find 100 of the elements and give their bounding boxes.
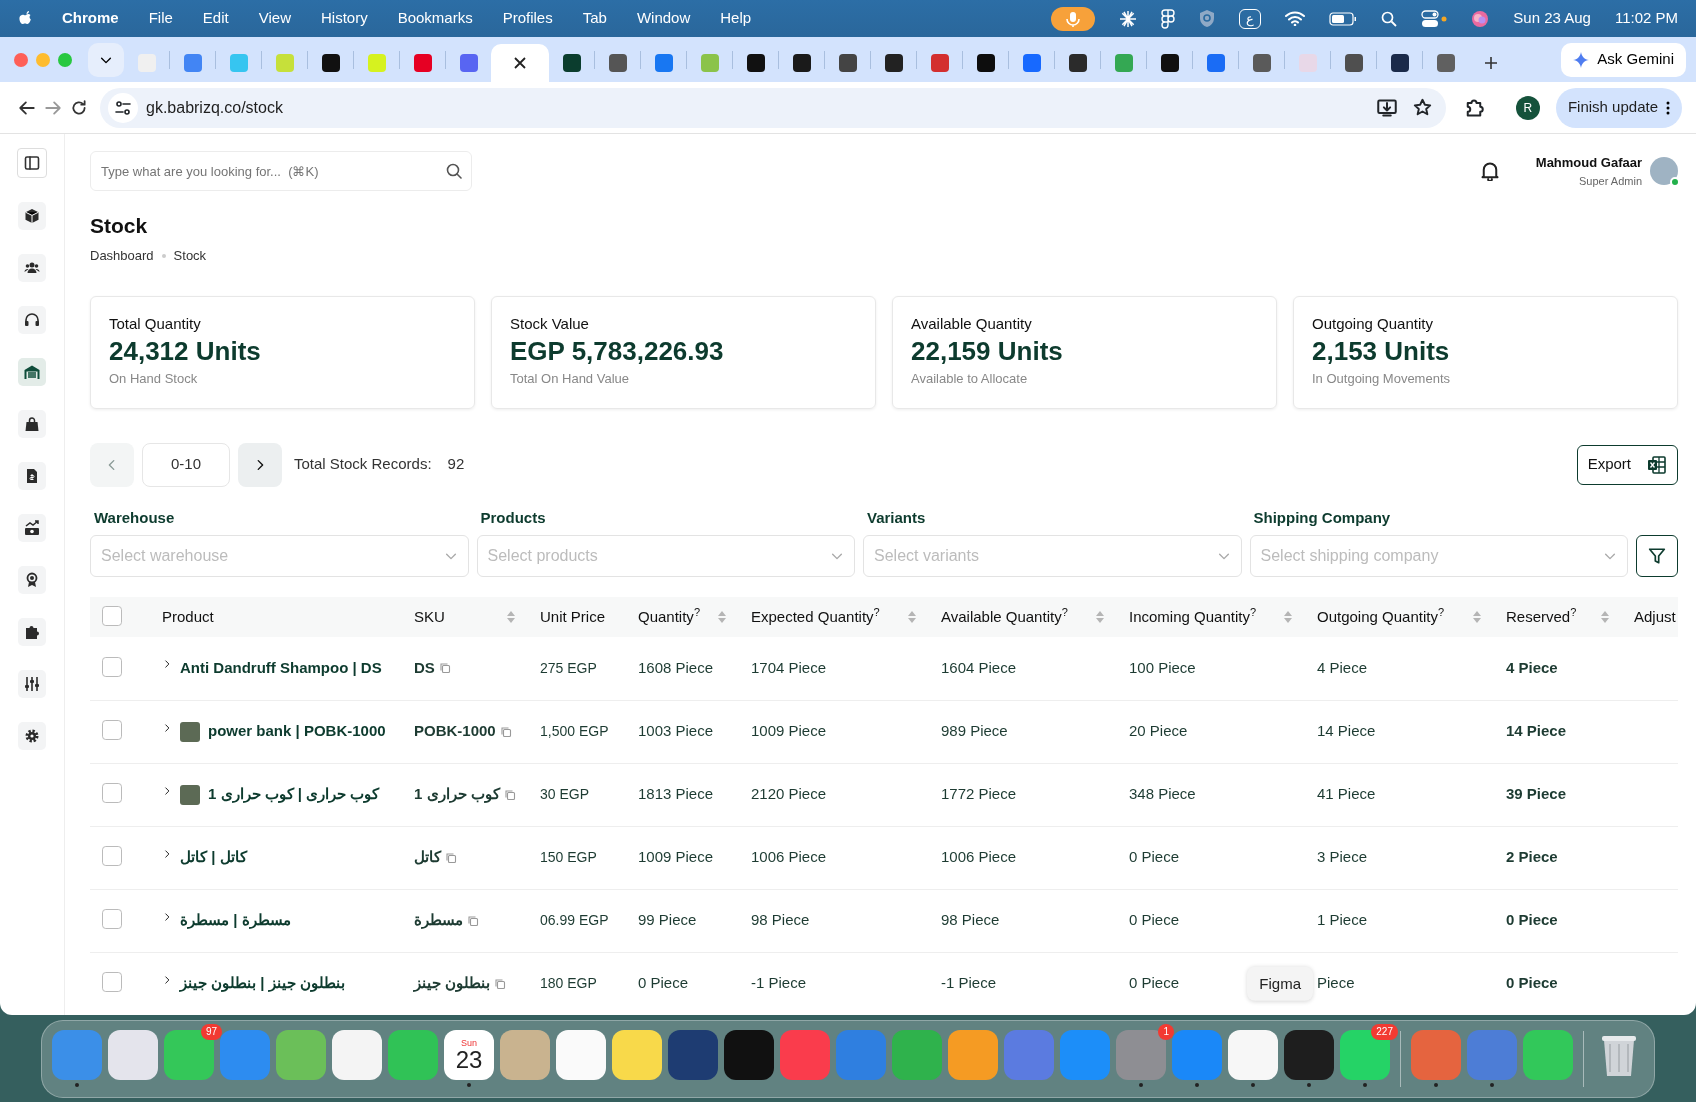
table-cell: 98 Piece bbox=[929, 889, 1117, 953]
close-icon[interactable] bbox=[513, 56, 527, 70]
asterisk-icon[interactable] bbox=[1119, 9, 1138, 28]
star-icon[interactable] bbox=[1412, 98, 1432, 117]
finish-update-button[interactable]: Finish update bbox=[1555, 87, 1682, 128]
stat-caption: In Outgoing Movements bbox=[1312, 370, 1452, 388]
tooltip: Figma bbox=[1247, 966, 1313, 1001]
product-name: Anti Dandruff Shampoo | DS bbox=[180, 658, 382, 679]
row-checkbox[interactable] bbox=[102, 972, 122, 993]
sort-icon[interactable] bbox=[1283, 610, 1293, 625]
row-checkbox[interactable] bbox=[102, 846, 122, 867]
filter-label: Products bbox=[480, 507, 547, 528]
url-text[interactable]: gk.babrizq.co/stock bbox=[146, 95, 283, 120]
search-icon[interactable] bbox=[1381, 10, 1398, 27]
calendar-app-icon[interactable]: Sun 23 bbox=[444, 1030, 494, 1080]
sidebar-item[interactable] bbox=[18, 410, 46, 438]
column-header[interactable]: SKU bbox=[414, 605, 445, 629]
search-icon[interactable] bbox=[446, 163, 462, 179]
app-menu[interactable]: Chrome bbox=[62, 7, 119, 30]
sidebar-item[interactable] bbox=[18, 566, 46, 594]
sku-text: DS bbox=[414, 658, 435, 679]
wifi-icon[interactable] bbox=[1285, 11, 1306, 26]
orb-icon[interactable] bbox=[1471, 9, 1490, 28]
expand-icon[interactable] bbox=[162, 784, 172, 797]
menu-item[interactable]: Edit bbox=[202, 7, 229, 30]
battery-icon[interactable] bbox=[1329, 11, 1358, 26]
sidebar-item[interactable] bbox=[18, 462, 46, 490]
expand-icon[interactable] bbox=[162, 847, 172, 860]
copy-icon[interactable] bbox=[445, 851, 457, 864]
stat-value: 2,153 Units bbox=[1312, 335, 1451, 369]
menu-bar-date[interactable]: Sun 23 Aug bbox=[1513, 7, 1591, 30]
row-checkbox[interactable] bbox=[102, 783, 122, 804]
search-field[interactable]: Type what are you looking for... (⌘K) bbox=[90, 151, 472, 191]
avatar[interactable] bbox=[1650, 157, 1678, 185]
menu-item[interactable]: View bbox=[258, 7, 291, 30]
install-icon[interactable] bbox=[1376, 97, 1397, 118]
row-checkbox[interactable] bbox=[102, 657, 122, 678]
close-window-button[interactable] bbox=[14, 52, 28, 67]
breadcrumb-link[interactable]: Dashboard bbox=[90, 246, 154, 266]
menu-item[interactable]: Window bbox=[636, 7, 691, 30]
copy-icon[interactable] bbox=[494, 977, 507, 990]
app-icon[interactable] bbox=[724, 1030, 774, 1080]
profile-avatar[interactable]: R bbox=[1515, 95, 1540, 120]
microphone-icon[interactable] bbox=[1051, 6, 1096, 31]
sort-icon[interactable] bbox=[506, 610, 516, 625]
app-icon[interactable] bbox=[332, 1030, 382, 1080]
sort-icon[interactable] bbox=[717, 610, 727, 625]
menu-bar-time[interactable]: 11:02 PM bbox=[1614, 7, 1678, 30]
app-icon[interactable] bbox=[1284, 1030, 1334, 1080]
menu-item[interactable]: History bbox=[320, 7, 368, 30]
sidebar-item[interactable] bbox=[18, 358, 46, 386]
table-cell: 275 EGP bbox=[528, 637, 626, 701]
table-cell: 4 Piece bbox=[1305, 637, 1494, 701]
expand-icon[interactable] bbox=[162, 721, 172, 734]
ask-gemini-button[interactable]: Ask Gemini bbox=[1561, 42, 1686, 77]
sort-icon[interactable] bbox=[1600, 610, 1610, 625]
input-source[interactable]: ع bbox=[1239, 8, 1262, 29]
copy-icon[interactable] bbox=[499, 725, 512, 738]
site-settings-button[interactable] bbox=[108, 92, 138, 123]
stat-value: 22,159 Units bbox=[911, 335, 1064, 369]
sku-text: كاتل bbox=[414, 847, 441, 868]
app-icon[interactable] bbox=[668, 1030, 718, 1080]
filter-button[interactable] bbox=[1636, 535, 1678, 578]
expand-icon[interactable] bbox=[162, 910, 172, 923]
menu-item[interactable]: Tab bbox=[582, 7, 607, 30]
copy-icon[interactable] bbox=[503, 788, 516, 801]
app-icon[interactable] bbox=[1228, 1030, 1278, 1080]
row-checkbox[interactable] bbox=[102, 909, 122, 930]
table-cell: 99 Piece bbox=[626, 889, 739, 953]
expand-icon[interactable] bbox=[162, 658, 172, 671]
app-icon[interactable] bbox=[108, 1030, 158, 1080]
select-all-checkbox[interactable] bbox=[102, 605, 122, 626]
menu-item[interactable]: Bookmarks bbox=[397, 7, 473, 30]
shield-icon[interactable] bbox=[1199, 9, 1216, 28]
app-icon[interactable] bbox=[1161, 8, 1176, 29]
table-cell: 1704 Piece bbox=[739, 637, 929, 701]
browser-tab[interactable] bbox=[491, 44, 549, 82]
copy-icon[interactable] bbox=[467, 914, 479, 927]
menu-item[interactable]: Profiles bbox=[502, 7, 553, 30]
export-button[interactable]: Export bbox=[1576, 444, 1678, 485]
sidebar-item[interactable] bbox=[18, 202, 46, 230]
sidebar-item[interactable] bbox=[18, 670, 46, 698]
menu-item[interactable]: File bbox=[148, 7, 173, 30]
sort-icon[interactable] bbox=[1472, 610, 1482, 625]
row-checkbox[interactable] bbox=[102, 720, 122, 741]
copy-icon[interactable] bbox=[438, 662, 451, 675]
sidebar-item[interactable] bbox=[18, 514, 46, 542]
sidebar-item[interactable] bbox=[18, 618, 46, 646]
expand-icon[interactable] bbox=[162, 973, 172, 986]
sidebar-item[interactable] bbox=[18, 254, 46, 282]
app-icon[interactable] bbox=[556, 1030, 606, 1080]
menu-item[interactable]: Help bbox=[720, 7, 752, 30]
sort-icon[interactable] bbox=[1095, 610, 1105, 625]
sort-icon[interactable] bbox=[907, 610, 917, 625]
app-icon[interactable] bbox=[612, 1030, 662, 1080]
toggle-icon[interactable] bbox=[1421, 9, 1448, 28]
sidebar-item[interactable] bbox=[18, 722, 46, 750]
bell-icon[interactable] bbox=[1479, 161, 1500, 181]
sidebar-toggle-button[interactable] bbox=[17, 148, 47, 178]
sidebar-item[interactable] bbox=[18, 306, 46, 334]
